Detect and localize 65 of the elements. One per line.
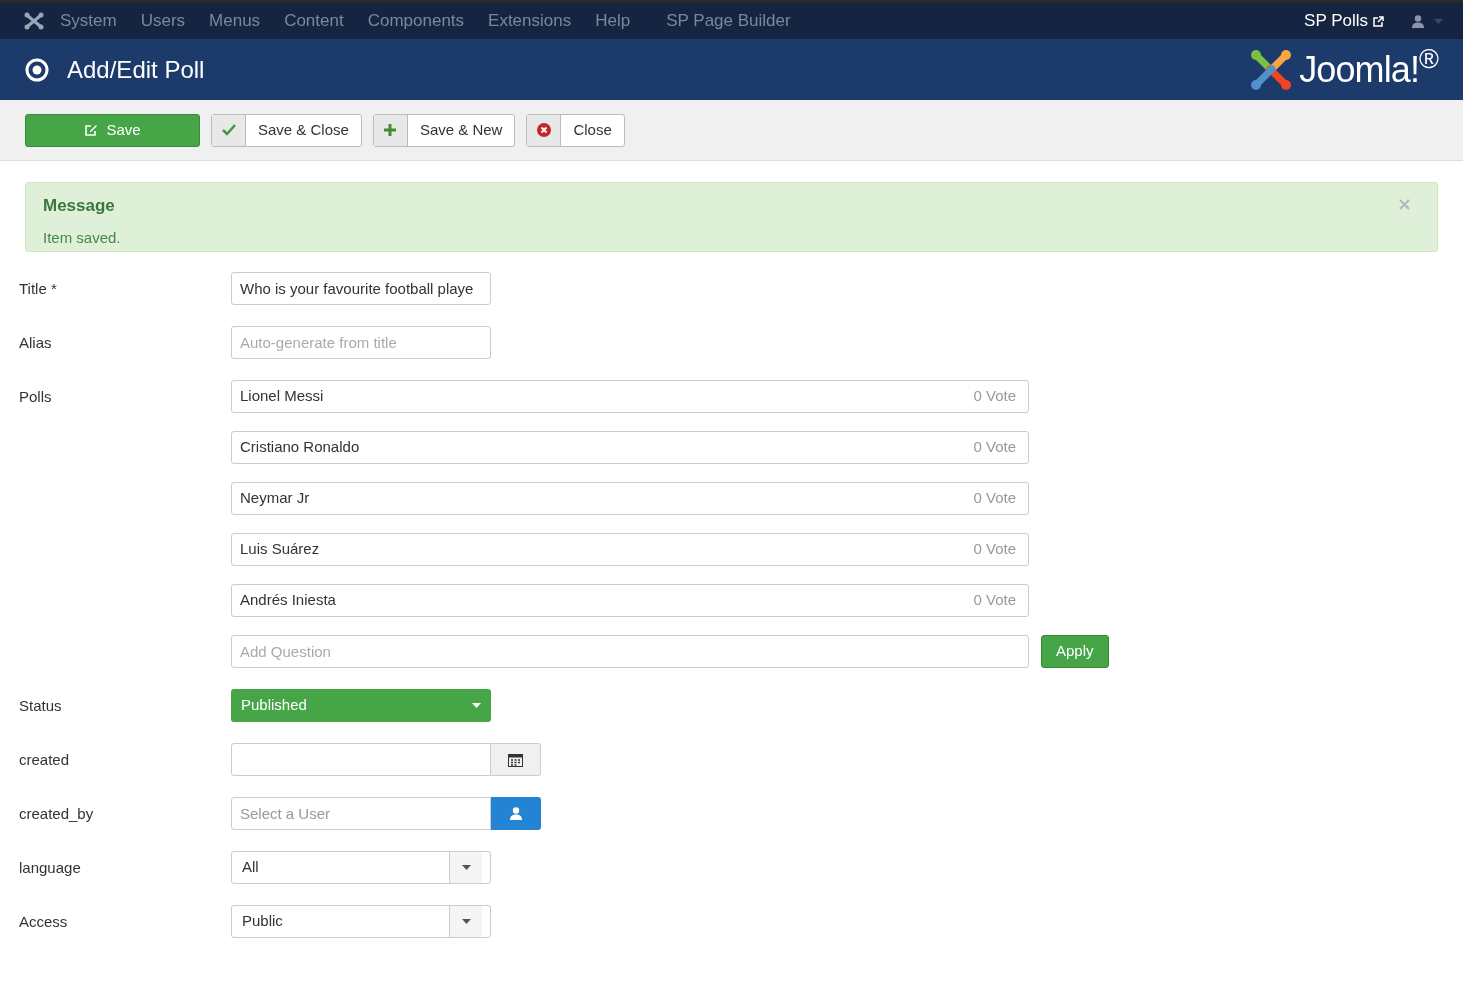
option-name: Cristiano Ronaldo <box>240 437 360 458</box>
option-name: Luis Suárez <box>240 539 320 560</box>
toolbar-button[interactable]: Save & Close <box>211 113 362 147</box>
vote-count: 0 Vote <box>973 437 1017 458</box>
vote-count: 0 Vote <box>973 386 1017 407</box>
site-link[interactable]: SP Polls <box>1304 8 1384 34</box>
target-icon <box>25 57 49 82</box>
poll-option-field[interactable]: Lionel Messi 0 Vote <box>231 380 1029 413</box>
menu-item[interactable]: SP Page Builder <box>666 8 791 34</box>
menu-item[interactable]: System <box>60 8 117 34</box>
check-icon <box>221 124 236 136</box>
caret-icon <box>472 703 481 708</box>
menu-item[interactable]: Help <box>595 8 631 34</box>
menu-item[interactable]: Components <box>367 8 465 34</box>
select-dropdown[interactable]: All <box>231 851 491 884</box>
field-label: Polls <box>19 387 53 407</box>
field-label: Title * <box>19 279 58 299</box>
message-heading: Message <box>43 195 116 217</box>
date-field[interactable] <box>231 743 491 776</box>
menu-item[interactable]: Content <box>284 8 344 34</box>
select-dropdown[interactable]: Public <box>231 905 491 938</box>
text-field[interactable]: Auto-generate from title <box>231 326 491 359</box>
poll-option-field[interactable]: Neymar Jr 0 Vote <box>231 482 1029 515</box>
vote-count: 0 Vote <box>973 539 1017 560</box>
joomla-icon[interactable] <box>24 12 44 30</box>
caret-icon <box>461 865 471 870</box>
caret-icon <box>1434 18 1443 24</box>
option-name: Andrés Iniesta <box>240 590 336 611</box>
toolbar-button[interactable]: Close <box>526 113 625 147</box>
select-user-button[interactable] <box>491 797 541 830</box>
menu-item[interactable]: Extensions <box>488 8 572 34</box>
menu-item[interactable]: Users <box>140 8 186 34</box>
add-question-field[interactable]: Add Question <box>231 635 1029 668</box>
poll-option-field[interactable]: Cristiano Ronaldo 0 Vote <box>231 431 1029 464</box>
message-text: Item saved. <box>43 227 121 248</box>
vote-count: 0 Vote <box>973 590 1017 611</box>
vote-count: 0 Vote <box>973 488 1017 509</box>
field-label: created <box>19 750 71 770</box>
close-icon <box>1399 199 1410 210</box>
field-label: Access <box>19 912 69 932</box>
joomla-logo-icon <box>1249 47 1294 92</box>
cancel-icon <box>536 123 551 137</box>
option-name: Lionel Messi <box>240 386 324 407</box>
edit-icon <box>84 123 99 137</box>
page-title: Add/Edit Poll <box>67 54 205 85</box>
menu-item[interactable]: Menus <box>209 8 261 34</box>
external-link-icon <box>1373 15 1384 27</box>
field-label: Alias <box>19 333 53 353</box>
calendar-button[interactable] <box>491 743 541 776</box>
text-field[interactable]: Who is your favourite football playe <box>231 272 491 305</box>
poll-option-field[interactable]: Luis Suárez 0 Vote <box>231 533 1029 566</box>
option-name: Neymar Jr <box>240 488 310 509</box>
plus-icon <box>383 123 398 137</box>
field-label: created_by <box>19 804 95 824</box>
caret-icon <box>461 919 471 924</box>
calendar-icon <box>508 752 523 767</box>
field-label: language <box>19 858 82 878</box>
user-icon <box>1412 14 1424 28</box>
user-menu-button[interactable] <box>1412 14 1443 28</box>
field-label: Status <box>19 696 63 716</box>
user-icon <box>510 807 522 820</box>
poll-option-field[interactable]: Andrés Iniesta 0 Vote <box>231 584 1029 617</box>
user-field[interactable]: Select a User <box>231 797 491 830</box>
joomla-logo-text: Joomla!$^{®}$ <box>1299 43 1438 92</box>
toolbar-button[interactable]: Save & New <box>372 113 516 147</box>
